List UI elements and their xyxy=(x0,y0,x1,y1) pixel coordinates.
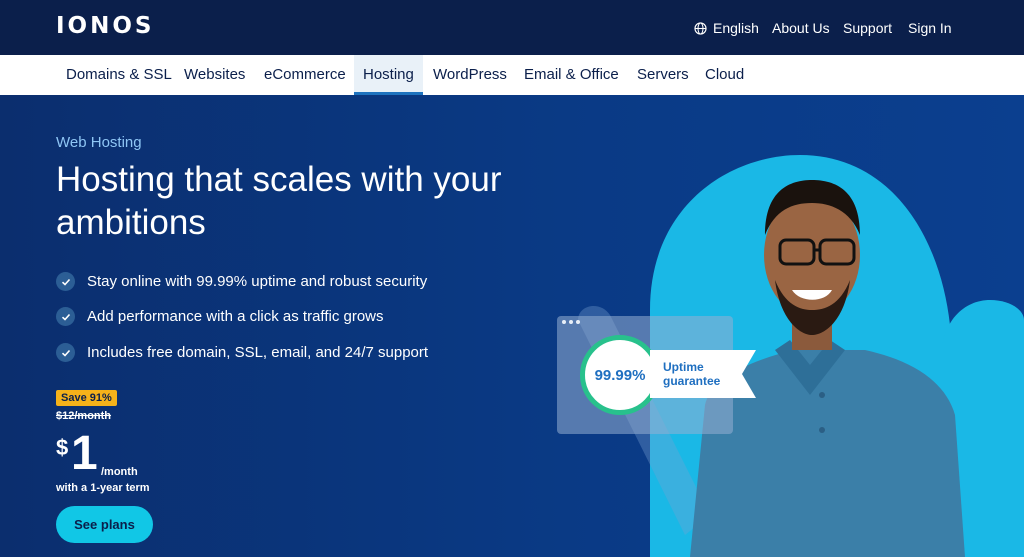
globe-icon xyxy=(694,21,707,35)
uptime-ring: 99.99% xyxy=(580,335,660,415)
main-nav: Domains & SSL Websites eCommerce Hosting… xyxy=(0,55,1024,95)
feature-item: Includes free domain, SSL, email, and 24… xyxy=(56,343,428,362)
price-amount: 1 xyxy=(71,427,98,480)
feature-item: Stay online with 99.99% uptime and robus… xyxy=(56,272,427,291)
uptime-value: 99.99% xyxy=(594,366,646,384)
hero-eyebrow: Web Hosting xyxy=(56,134,142,151)
check-icon xyxy=(56,272,75,291)
ionos-logo[interactable]: IONOS xyxy=(56,13,154,39)
nav-cloud[interactable]: Cloud xyxy=(705,55,744,95)
about-us-link[interactable]: About Us xyxy=(772,20,830,36)
nav-domains-ssl[interactable]: Domains & SSL xyxy=(66,55,172,95)
nav-wordpress[interactable]: WordPress xyxy=(433,55,507,95)
language-label: English xyxy=(713,20,759,36)
nav-hosting[interactable]: Hosting xyxy=(354,55,423,95)
uptime-label-line1: Uptime xyxy=(663,360,704,374)
language-selector[interactable]: English xyxy=(694,20,759,36)
price-currency: $ xyxy=(56,435,69,460)
hero-section: Web Hosting Hosting that scales with you… xyxy=(0,95,1024,557)
old-price: $12/month xyxy=(56,410,112,422)
nav-websites[interactable]: Websites xyxy=(184,55,245,95)
price-term: with a 1-year term xyxy=(56,482,150,494)
check-icon xyxy=(56,307,75,326)
nav-servers[interactable]: Servers xyxy=(637,55,689,95)
save-badge: Save 91% xyxy=(56,390,117,406)
price-period: /month xyxy=(101,466,138,478)
window-dots xyxy=(562,320,580,324)
check-icon xyxy=(56,343,75,362)
see-plans-button[interactable]: See plans xyxy=(56,506,153,543)
uptime-label: Uptime guarantee xyxy=(663,360,720,388)
top-bar: IONOS English About Us Support Sign In xyxy=(0,0,1024,55)
feature-text: Stay online with 99.99% uptime and robus… xyxy=(87,273,428,290)
hero-headline: Hosting that scales with your ambitions xyxy=(56,160,502,242)
sign-in-link[interactable]: Sign In xyxy=(908,20,952,36)
support-link[interactable]: Support xyxy=(843,20,892,36)
nav-ecommerce[interactable]: eCommerce xyxy=(264,55,346,95)
uptime-label-line2: guarantee xyxy=(663,374,721,388)
feature-text: Includes free domain, SSL, email, and 24… xyxy=(87,344,429,361)
nav-email-office[interactable]: Email & Office xyxy=(524,55,619,95)
feature-text: Add performance with a click as traffic … xyxy=(87,308,384,325)
feature-item: Add performance with a click as traffic … xyxy=(56,307,384,326)
